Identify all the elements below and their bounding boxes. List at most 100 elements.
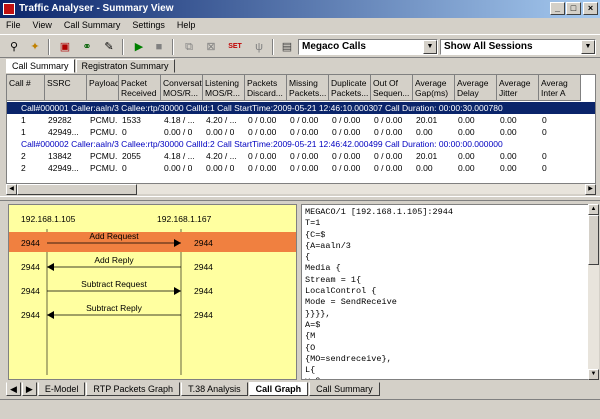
menu-view[interactable]: View	[27, 18, 58, 33]
horizontal-scrollbar[interactable]: ◀ ▶	[6, 183, 596, 195]
grid-cell: 0	[542, 163, 547, 173]
calls-combo[interactable]: Megaco Calls ▼	[298, 39, 438, 55]
column-header[interactable]: Payload	[87, 75, 119, 101]
tab-t-38-analysis[interactable]: T.38 Analysis	[181, 382, 248, 396]
grid-cell: 0.00	[500, 127, 517, 137]
grid-cell: 4.20 / ...	[206, 115, 237, 125]
tab-rtp-packets-graph[interactable]: RTP Packets Graph	[86, 382, 181, 396]
grid-cell: 0.00 / 0	[206, 163, 235, 173]
summary-tabs: Call Summary Registraton Summary	[6, 59, 176, 73]
tab-e-model[interactable]: E-Model	[37, 382, 86, 396]
toolbar-separator	[172, 39, 174, 55]
copy-icon[interactable]: ⧉	[180, 38, 198, 56]
stream-row[interactable]: 242949...PCMU...00.00 / 00.00 / 00 / 0.0…	[7, 162, 595, 174]
message-label: Subtract Request	[81, 279, 147, 289]
call-row[interactable]: Call#000002 Caller:aaln/3 Callee:rtp/300…	[7, 138, 595, 150]
search-icon[interactable]: ⚲	[5, 38, 23, 56]
tab-call-summary[interactable]: Call Summary	[6, 59, 75, 73]
scroll-thumb[interactable]	[17, 184, 137, 195]
edit-icon[interactable]: ✎	[100, 38, 118, 56]
title-bar: Traffic Analyser - Summary View _ □ ×	[0, 0, 600, 18]
grid-icon[interactable]: ⊠	[202, 38, 220, 56]
tab-call-summary[interactable]: Call Summary	[309, 382, 380, 396]
message-line: {A=aaln/3	[305, 240, 351, 251]
column-header[interactable]: Conversat MOS/R...	[161, 75, 203, 101]
grid-cell: 20.01	[416, 115, 438, 125]
scroll-thumb[interactable]	[588, 215, 599, 265]
message-line: {C=$	[305, 229, 326, 240]
grid-cell: PCMU...	[90, 115, 118, 125]
column-header[interactable]: SSRC	[45, 75, 87, 101]
tab-next-icon[interactable]: ▶	[21, 382, 37, 396]
message-line: Stream = 1{	[305, 274, 362, 285]
vertical-scrollbar[interactable]: ▲ ▼	[588, 204, 599, 380]
grid-cell: 0 / 0.00	[290, 151, 319, 161]
right-port-label: 2944	[194, 262, 213, 272]
call-row[interactable]: Call#000001 Caller:aaln/3 Callee:rtp/300…	[7, 102, 595, 114]
column-header[interactable]: Missing Packets...	[287, 75, 329, 101]
grid-cell: PCMU...	[90, 127, 118, 137]
menu-file[interactable]: File	[0, 18, 27, 33]
column-header[interactable]: Packet Received	[119, 75, 161, 101]
grid-cell: 0	[542, 115, 547, 125]
tab-call-graph[interactable]: Call Graph	[248, 382, 309, 396]
chevron-down-icon[interactable]: ▼	[581, 40, 595, 54]
grid-cell: 0.00 / 0	[164, 127, 193, 137]
grid-cell: 29282	[48, 115, 72, 125]
menu-call-summary[interactable]: Call Summary	[58, 18, 127, 33]
column-header[interactable]: Listening MOS/R...	[203, 75, 245, 101]
scroll-up-icon[interactable]: ▲	[588, 204, 599, 215]
binoculars-icon[interactable]: ⚭	[78, 38, 96, 56]
selected-message-highlight	[9, 232, 296, 252]
grid-cell: 0.00	[416, 127, 433, 137]
wand-icon[interactable]: ✦	[26, 38, 44, 56]
column-header[interactable]: Duplicate Packets...	[329, 75, 371, 101]
menu-settings[interactable]: Settings	[126, 18, 171, 33]
grid-cell: 2055	[122, 151, 141, 161]
right-port-label: 2944	[194, 238, 213, 248]
capture-icon[interactable]: ▣	[56, 38, 74, 56]
message-label: Add Reply	[94, 255, 134, 265]
column-header[interactable]: Average Gap(ms)	[413, 75, 455, 101]
grid-cell: 0	[542, 151, 547, 161]
tab-registration-summary[interactable]: Registraton Summary	[75, 59, 175, 73]
scroll-right-icon[interactable]: ▶	[585, 184, 596, 195]
chevron-down-icon[interactable]: ▼	[423, 40, 437, 54]
scroll-left-icon[interactable]: ◀	[6, 184, 17, 195]
toolbar-separator	[48, 39, 50, 55]
stream-row[interactable]: 142949...PCMU...00.00 / 00.00 / 00 / 0.0…	[7, 126, 595, 138]
stream-row[interactable]: 213842PCMU...20554.18 / ...4.20 / ...0 /…	[7, 150, 595, 162]
message-line: {	[305, 252, 311, 263]
antenna-icon[interactable]: ψ	[250, 38, 268, 56]
column-header[interactable]: Average Jitter	[497, 75, 539, 101]
grid-cell: 0 / 0.00	[248, 151, 277, 161]
scroll-down-icon[interactable]: ▼	[588, 369, 599, 380]
maximize-button[interactable]: □	[566, 2, 581, 15]
column-header[interactable]: Call #	[7, 75, 45, 101]
message-line: T=1	[305, 218, 321, 229]
left-port-label: 2944	[21, 286, 40, 296]
arrowhead	[47, 311, 54, 319]
set-icon[interactable]: SET	[226, 38, 244, 56]
column-header[interactable]: Average Delay	[455, 75, 497, 101]
filter-icon[interactable]: ▤	[278, 38, 296, 56]
play-icon[interactable]: ▶	[130, 38, 148, 56]
message-text-pane[interactable]: MEGACO/1 [192.168.1.105]:2944 T=1 {C=$ {A=a…	[301, 204, 591, 380]
tab-prev-icon[interactable]: ◀	[6, 382, 21, 396]
column-header[interactable]: Averag Inter A	[539, 75, 581, 101]
minimize-button[interactable]: _	[550, 2, 565, 15]
grid-cell: 0 / 0.00	[248, 115, 277, 125]
stream-row[interactable]: 129282PCMU...15334.18 / ...4.20 / ...0 /…	[7, 114, 595, 126]
splitter[interactable]	[0, 196, 600, 201]
column-header[interactable]: Packets Discard...	[245, 75, 287, 101]
column-header[interactable]: Out Of Sequen...	[371, 75, 413, 101]
menu-help[interactable]: Help	[171, 18, 202, 33]
grid-cell: 0 / 0.00	[374, 151, 403, 161]
sessions-combo[interactable]: Show All Sessions ▼	[440, 39, 596, 55]
grid-cell: 0.00 / 0	[164, 163, 193, 173]
stop-icon[interactable]: ■	[150, 38, 168, 56]
grid-cell: 0	[542, 127, 547, 137]
close-button[interactable]: ×	[583, 2, 598, 15]
grid-cell: 0	[122, 127, 127, 137]
grid-cell: 0.00 / 0	[206, 127, 235, 137]
